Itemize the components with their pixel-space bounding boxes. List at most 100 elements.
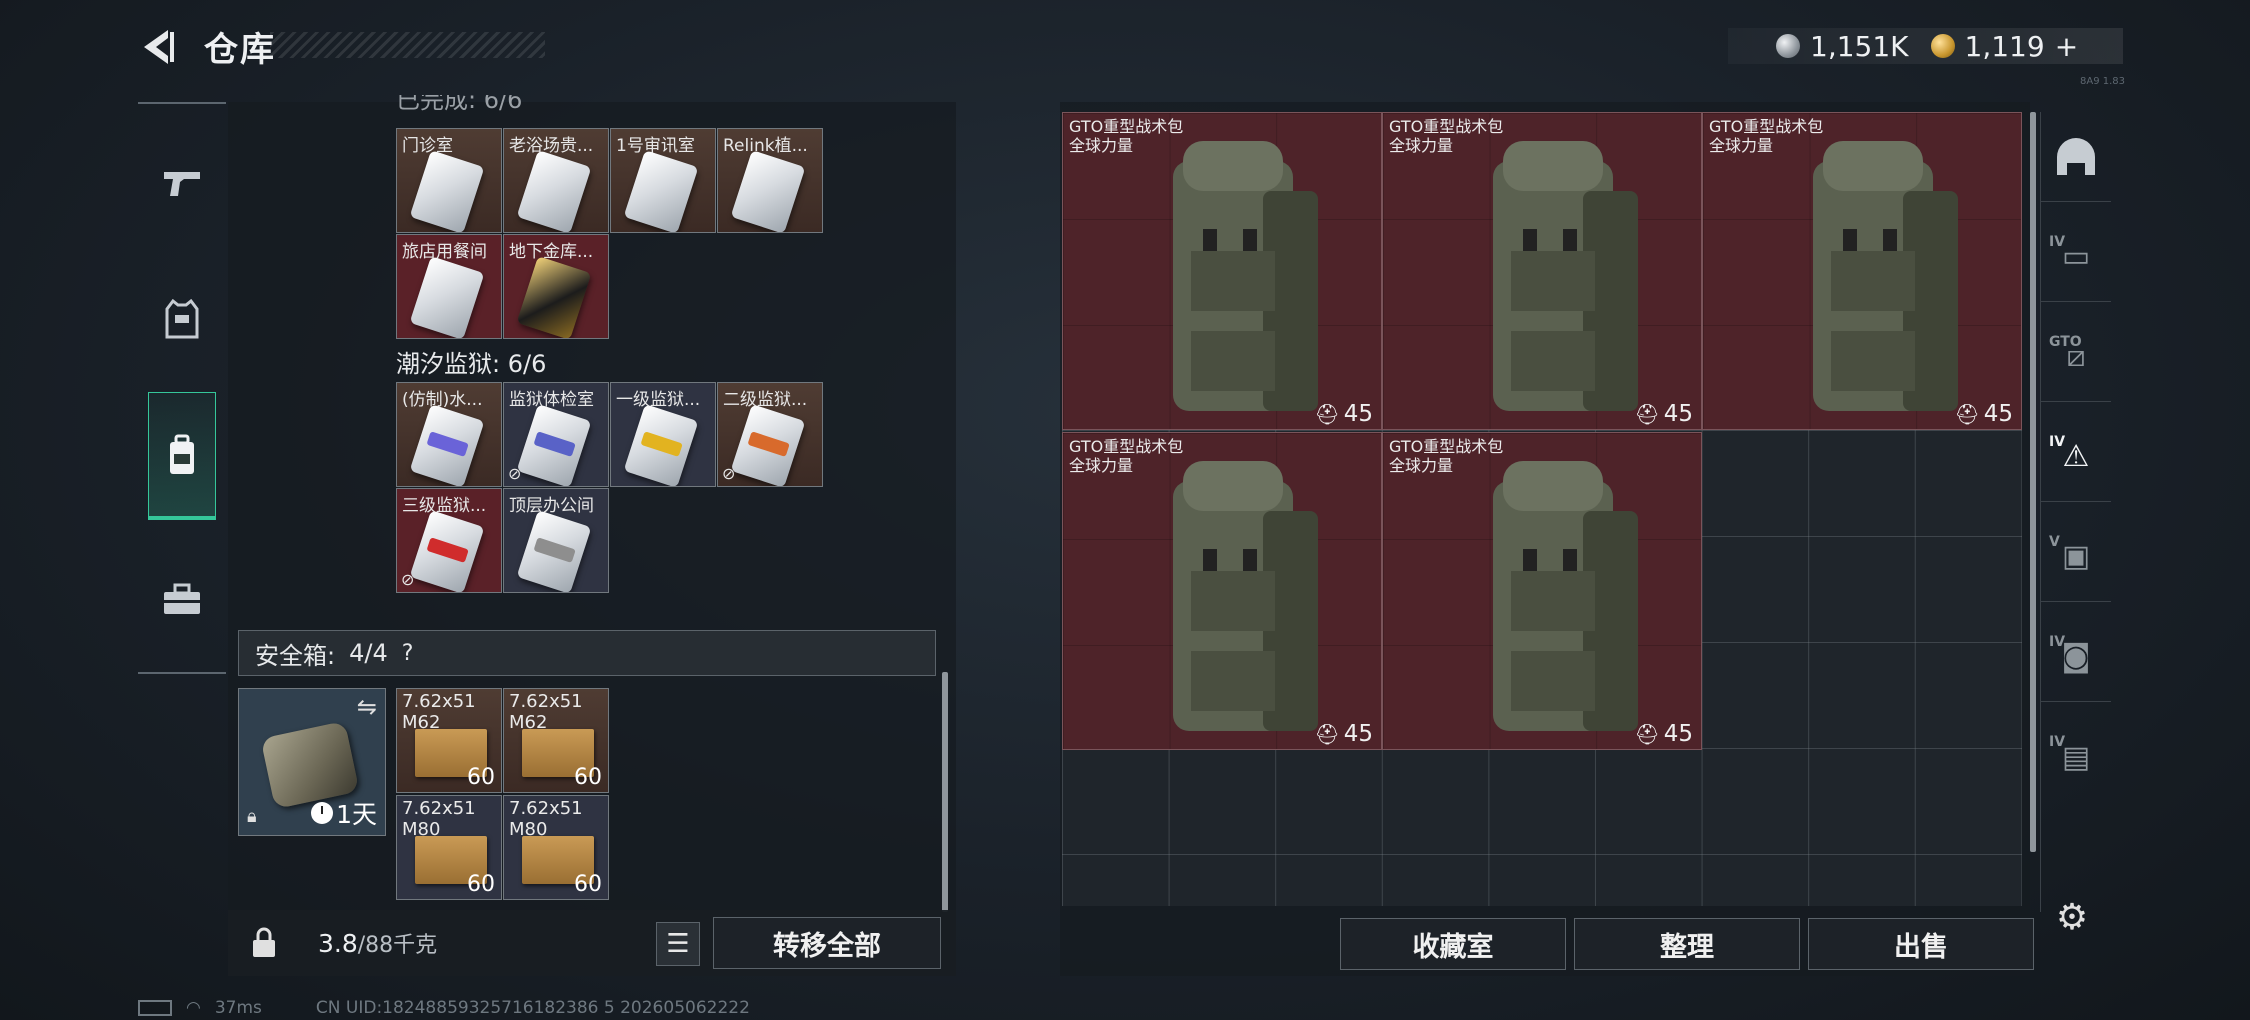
transfer-all-button[interactable]: 转移全部	[713, 917, 941, 969]
ammo-count: 60	[574, 872, 602, 897]
filter-warning-box[interactable]: IV ⚠︎	[2041, 412, 2111, 502]
keycard-item[interactable]: 三级监狱... ⊘	[396, 488, 502, 593]
back-button[interactable]	[138, 26, 180, 68]
keycard-item[interactable]: 一级监狱...	[610, 382, 716, 487]
list-icon: ☰	[666, 929, 690, 959]
keycard-item[interactable]: Relink植...	[717, 128, 823, 233]
nav-supplies[interactable]	[138, 554, 226, 644]
collection-room-button[interactable]: 收藏室	[1340, 918, 1566, 970]
tactical-backpack-icon	[1173, 141, 1318, 411]
keycard-item[interactable]: 顶层办公间	[503, 488, 609, 593]
safe-box-label: 安全箱:	[255, 641, 336, 670]
silver-amount: 1,151K	[1810, 29, 1909, 63]
ammo-item[interactable]: 7.62x51 M80 60	[503, 795, 609, 900]
ammo-item[interactable]: 7.62x51 M62 60	[503, 688, 609, 793]
tactical-backpack-icon	[1173, 461, 1318, 731]
wifi-icon: ◠	[186, 998, 201, 1018]
nav-weapons[interactable]	[138, 138, 226, 228]
left-category-nav	[138, 102, 226, 674]
padlock-icon	[253, 927, 275, 957]
keycard-item[interactable]: 二级监狱... ⊘	[717, 382, 823, 487]
capacity-badge: ⛑︎ 45	[1954, 401, 2013, 427]
keycard-icon	[409, 150, 485, 232]
keycard-item[interactable]: 监狱体检室 ⊘	[503, 382, 609, 487]
tactical-backpack-icon	[1493, 141, 1638, 411]
lock-button[interactable]	[228, 910, 300, 976]
ammo-count: 60	[467, 872, 495, 897]
tactical-backpack-icon	[1813, 141, 1958, 411]
swap-icon[interactable]: ⇋	[357, 693, 377, 721]
camera-icon: ◙	[2061, 639, 2091, 674]
ammo-item[interactable]: 7.62x51 M62 60	[396, 688, 502, 793]
toolbox-icon	[164, 583, 200, 614]
ammo-count: 60	[574, 765, 602, 790]
warning-box-icon: ⚠︎	[2062, 439, 2090, 474]
warehouse-scrollbar[interactable]	[2030, 112, 2036, 852]
sell-button[interactable]: 出售	[1808, 918, 2034, 970]
ping-text: 37ms	[214, 998, 262, 1018]
bag-capacity-icon: ⛑︎	[1634, 402, 1660, 426]
nav-backpack[interactable]	[148, 392, 216, 520]
safe-icon: ▣	[2061, 539, 2091, 574]
keycard-item[interactable]: 地下金库...	[503, 234, 609, 339]
add-currency-button[interactable]: +	[2055, 30, 2078, 63]
filter-tier-box[interactable]: GTO ⧄	[2041, 312, 2111, 402]
filter-helmet[interactable]	[2041, 112, 2111, 202]
gold-keycard-icon	[516, 256, 592, 338]
battery-icon	[138, 1000, 172, 1016]
lock-icon: 🔒︎	[247, 806, 257, 827]
clock-icon	[311, 802, 334, 824]
organize-button[interactable]: 整理	[1574, 918, 1800, 970]
section-title-tidal-prison: 潮汐监狱: 6/6	[396, 350, 547, 378]
backpack-item[interactable]: GTO重型战术包 全球力量 ⛑︎ 45	[1382, 112, 1702, 430]
backpack-item[interactable]: GTO重型战术包 全球力量 ⛑︎ 45	[1062, 112, 1382, 430]
backpack-item[interactable]: GTO重型战术包 全球力量 ⛑︎ 45	[1382, 432, 1702, 750]
section-title-cut: 已完成: 6/6	[396, 95, 523, 113]
backpack-item[interactable]: GTO重型战术包 全球力量 ⛑︎ 45	[1062, 432, 1382, 750]
gold-amount: 1,119	[1964, 29, 2045, 63]
bag-capacity-icon: ⛑︎	[1634, 722, 1660, 746]
safe-box-count: 4/4	[349, 639, 388, 667]
keycard-icon	[516, 510, 592, 592]
keycard-icon	[730, 150, 806, 232]
keycard-item[interactable]: 1号审讯室	[610, 128, 716, 233]
gun-icon	[164, 172, 200, 196]
warehouse-filter-nav: IV ▭ GTO ⧄ IV ⚠︎ V ▣ IV ◙ IV ▤	[2040, 112, 2111, 912]
keycard-item[interactable]: (仿制)水...	[396, 382, 502, 487]
keycard-icon	[516, 150, 592, 232]
uid-text: CN UID:18248859325716182386 5 2026050622…	[315, 998, 750, 1018]
backpack-item[interactable]: GTO重型战术包 全球力量 ⛑︎ 45	[1702, 112, 2022, 430]
case-timer: 1天	[311, 795, 377, 831]
tactical-backpack-icon	[1493, 461, 1638, 731]
nav-equipment[interactable]	[138, 274, 226, 364]
gold-coin-icon	[1930, 34, 1955, 58]
filter-safe[interactable]: V ▣	[2041, 512, 2111, 602]
keycard-item[interactable]: 门诊室	[396, 128, 502, 233]
ammo-item[interactable]: 7.62x51 M80 60	[396, 795, 502, 900]
back-arrow-icon	[144, 30, 174, 64]
help-button[interactable]: ?	[402, 641, 414, 666]
keycard-icon	[409, 510, 485, 592]
helmet-icon	[2057, 137, 2095, 175]
rifle-case-icon: ▭	[2061, 239, 2091, 274]
list-view-button[interactable]: ☰	[656, 922, 700, 966]
keycard-item[interactable]: 老浴场贵...	[503, 128, 609, 233]
filter-rifle-case[interactable]: IV ▭	[2041, 212, 2111, 302]
backpack-icon	[170, 434, 194, 474]
keycard-icon	[623, 404, 699, 486]
settings-button[interactable]: ⚙	[2052, 898, 2092, 938]
keycard-icon	[516, 404, 592, 486]
title-decoration	[270, 32, 545, 58]
safe-case-item[interactable]: ⇋ 🔒︎ 1天	[238, 688, 386, 836]
weight-indicator: 3.8/88千克	[318, 929, 438, 958]
keycard-icon	[409, 256, 485, 338]
capacity-badge: ⛑︎ 45	[1634, 401, 1693, 427]
filter-folder[interactable]: IV ▤	[2041, 712, 2111, 802]
capacity-badge: ⛑︎ 45	[1314, 401, 1373, 427]
bag-capacity-icon: ⛑︎	[1954, 402, 1980, 426]
storage-scrollbar[interactable]	[942, 672, 948, 912]
filter-camera[interactable]: IV ◙	[2041, 612, 2111, 702]
keycard-item[interactable]: 旅店用餐间	[396, 234, 502, 339]
bag-capacity-icon: ⛑︎	[1314, 722, 1340, 746]
version-text: 8A9 1.83	[2080, 76, 2126, 87]
